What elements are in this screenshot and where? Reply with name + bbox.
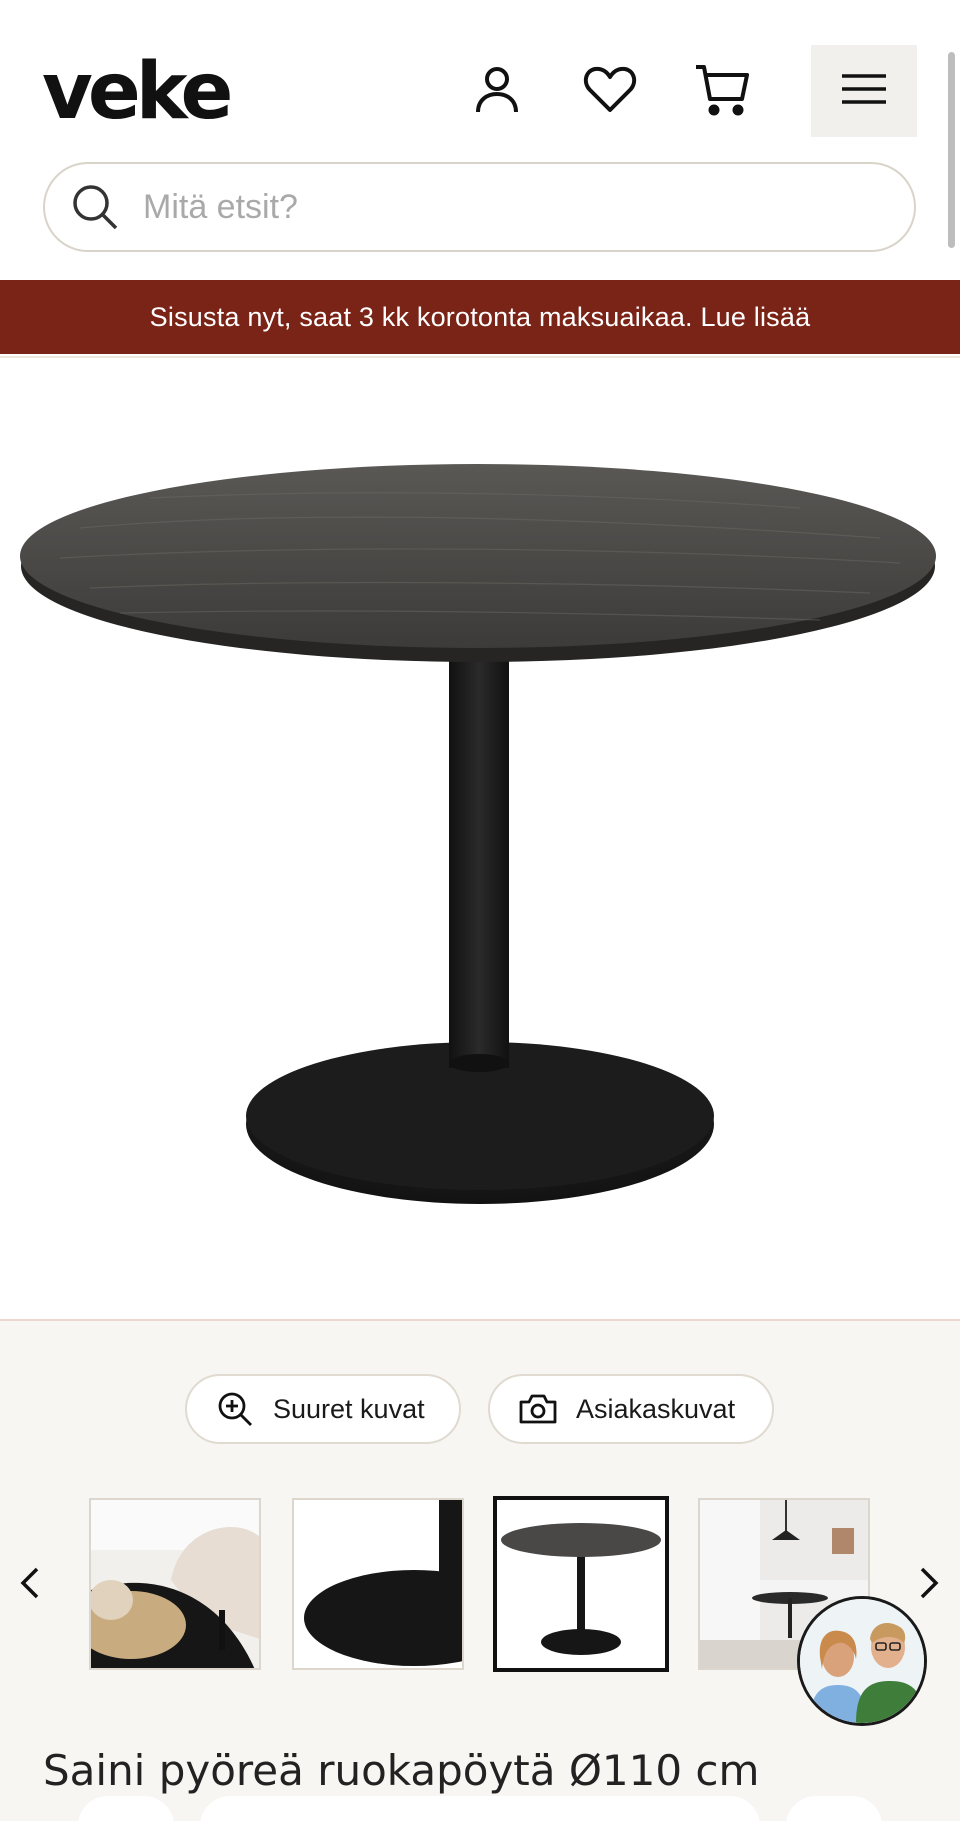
search-icon[interactable] xyxy=(65,177,125,237)
customer-images-label: Asiakaskuvat xyxy=(576,1393,736,1424)
promo-banner-text[interactable]: Sisusta nyt, saat 3 kk korotonta maksuai… xyxy=(150,302,811,333)
chevron-right-icon xyxy=(919,1567,939,1604)
zoom-in-icon xyxy=(215,1389,255,1429)
thumbnail-base-closeup[interactable] xyxy=(292,1498,464,1670)
heart-icon[interactable] xyxy=(582,62,638,118)
user-icon[interactable] xyxy=(469,62,525,118)
svg-text:veke: veke xyxy=(42,52,231,132)
search-bar[interactable] xyxy=(43,162,916,252)
large-images-button[interactable]: Suuret kuvat xyxy=(185,1374,461,1444)
cart-icon[interactable] xyxy=(694,62,750,118)
hamburger-menu-icon xyxy=(842,73,886,110)
chevron-left-icon xyxy=(20,1567,40,1604)
menu-button[interactable] xyxy=(811,45,917,137)
product-title: Saini pyöreä ruokapöytä Ø110 cm xyxy=(43,1746,760,1795)
scrollbar[interactable] xyxy=(948,52,955,248)
gallery-prev-button[interactable] xyxy=(12,1565,48,1605)
site-header: veke xyxy=(0,0,960,280)
large-images-label: Suuret kuvat xyxy=(273,1393,425,1424)
veke-logo[interactable]: veke xyxy=(42,47,242,137)
bottom-action-button[interactable] xyxy=(200,1796,760,1821)
thumbnail-detail-chair[interactable] xyxy=(89,1498,261,1670)
search-input[interactable] xyxy=(143,187,843,227)
customer-service-chat-avatar[interactable] xyxy=(797,1596,927,1726)
bottom-action-button[interactable] xyxy=(78,1796,174,1821)
promo-banner[interactable]: Sisusta nyt, saat 3 kk korotonta maksuai… xyxy=(0,280,960,354)
camera-icon xyxy=(518,1389,558,1429)
bottom-action-button[interactable] xyxy=(786,1796,882,1821)
product-main-image[interactable] xyxy=(0,358,960,1320)
thumbnail-table-full[interactable] xyxy=(493,1496,669,1672)
gallery-next-button[interactable] xyxy=(911,1565,947,1605)
customer-images-button[interactable]: Asiakaskuvat xyxy=(488,1374,774,1444)
